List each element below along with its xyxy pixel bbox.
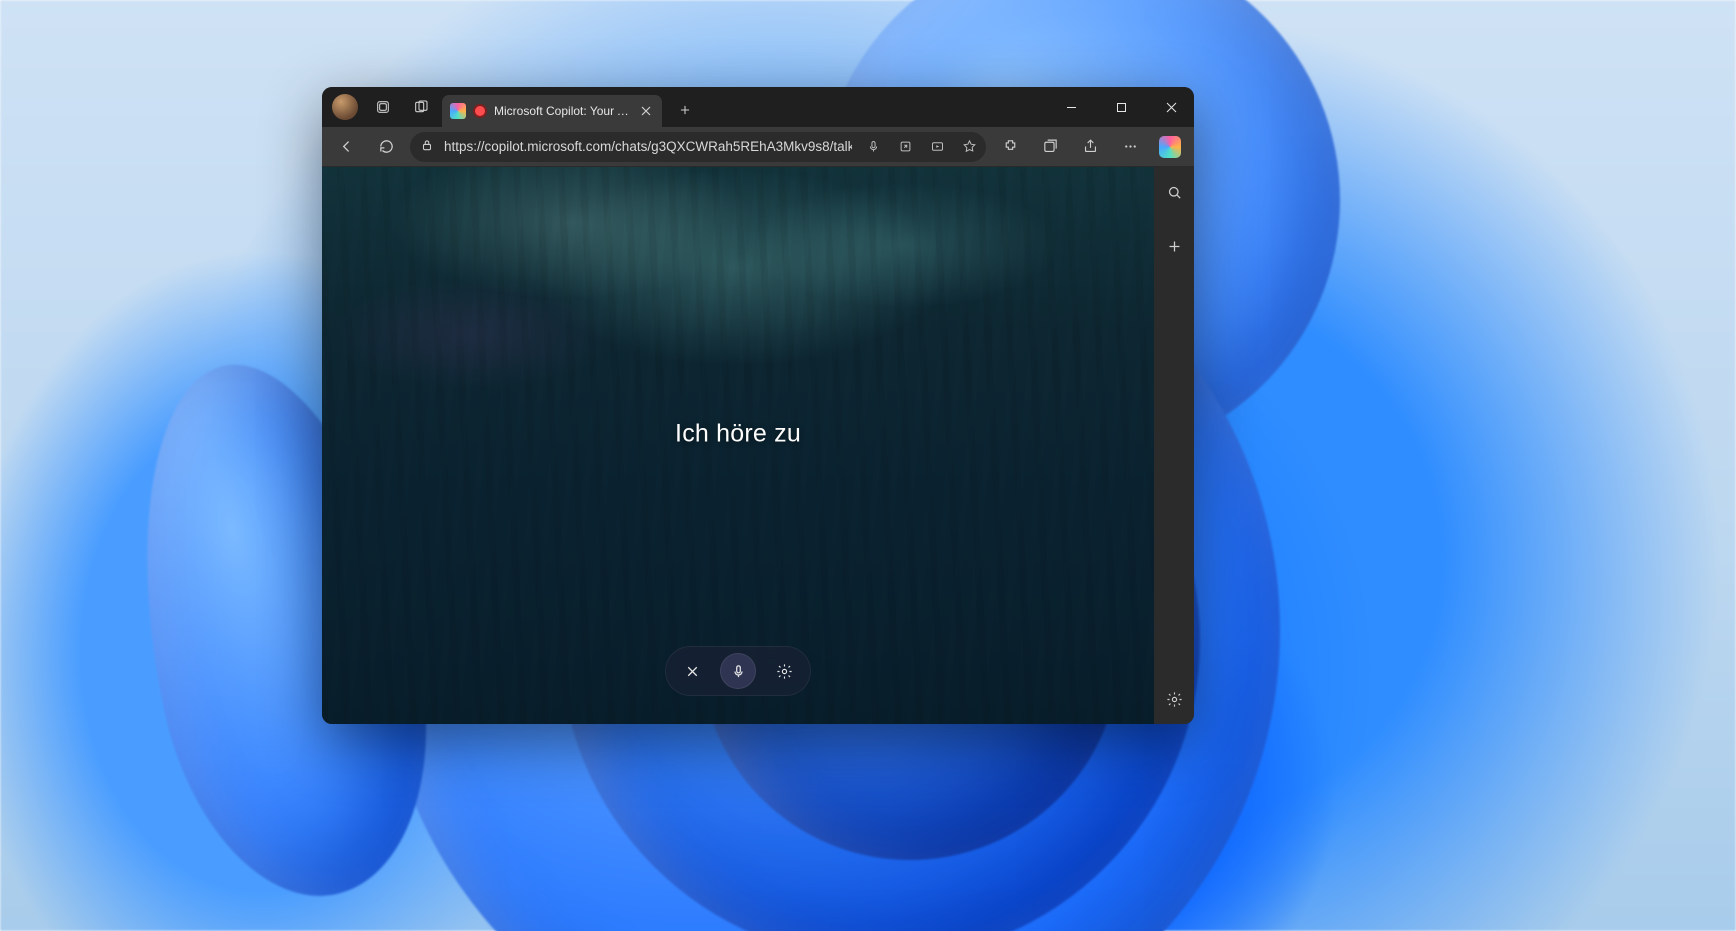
favorite-button[interactable] <box>958 136 980 158</box>
share-button[interactable] <box>1074 131 1106 163</box>
profile-avatar[interactable] <box>332 94 358 120</box>
minimize-icon <box>1066 102 1077 113</box>
tab-close-button[interactable] <box>638 103 654 119</box>
media-controls-icon <box>930 139 945 154</box>
more-menu-button[interactable] <box>1114 131 1146 163</box>
star-icon <box>962 139 977 154</box>
tab-strip: Microsoft Copilot: Your AI co <box>322 87 1194 127</box>
address-bar[interactable] <box>410 132 986 162</box>
window-close[interactable] <box>1148 87 1194 127</box>
browser-tab[interactable]: Microsoft Copilot: Your AI co <box>442 95 662 127</box>
share-icon <box>1082 138 1099 155</box>
tab-title: Microsoft Copilot: Your AI co <box>494 104 631 118</box>
page-viewport: Ich höre zu <box>322 167 1154 724</box>
maximize-icon <box>1116 102 1127 113</box>
new-tab-button[interactable] <box>670 95 700 125</box>
copilot-favicon <box>450 103 466 119</box>
collections-icon <box>1042 138 1059 155</box>
window-maximize[interactable] <box>1098 87 1144 127</box>
search-icon <box>1166 184 1183 201</box>
edge-sidebar <box>1154 167 1194 724</box>
workspaces-button[interactable] <box>366 90 400 124</box>
voice-control-bar <box>665 646 811 696</box>
voice-mic-button[interactable] <box>720 653 756 689</box>
url-input[interactable] <box>444 139 852 154</box>
close-icon <box>638 103 654 119</box>
nav-back-button[interactable] <box>330 131 362 163</box>
more-icon <box>1122 138 1139 155</box>
media-controls-button[interactable] <box>926 136 948 158</box>
voice-close-button[interactable] <box>674 653 710 689</box>
tab-actions-button[interactable] <box>404 90 438 124</box>
gear-icon <box>776 663 793 680</box>
close-icon <box>1166 102 1177 113</box>
close-icon <box>684 663 701 680</box>
open-external-button[interactable] <box>894 136 916 158</box>
extensions-icon <box>1002 138 1019 155</box>
sidebar-search-button[interactable] <box>1159 177 1189 207</box>
nav-reload-button[interactable] <box>370 131 402 163</box>
mic-icon <box>730 663 747 680</box>
lock-icon <box>420 138 434 152</box>
content-area: Ich höre zu <box>322 167 1194 724</box>
plus-icon <box>678 103 692 117</box>
browser-window: Microsoft Copilot: Your AI co <box>322 87 1194 724</box>
window-minimize[interactable] <box>1048 87 1094 127</box>
listening-status: Ich höre zu <box>322 420 1154 449</box>
copilot-logo <box>1159 136 1181 158</box>
site-info-button[interactable] <box>420 138 434 155</box>
plus-icon <box>1166 238 1183 255</box>
sidebar-add-button[interactable] <box>1159 231 1189 261</box>
tab-actions-icon <box>413 99 429 115</box>
reload-icon <box>378 138 395 155</box>
browser-toolbar <box>322 127 1194 167</box>
back-icon <box>338 138 355 155</box>
collections-button[interactable] <box>1034 131 1066 163</box>
recording-indicator <box>473 104 487 118</box>
workspaces-icon <box>375 99 391 115</box>
sidebar-settings-button[interactable] <box>1159 684 1189 714</box>
mic-icon <box>866 139 881 154</box>
open-external-icon <box>898 139 913 154</box>
copilot-sidebar-button[interactable] <box>1154 131 1186 163</box>
voice-search-button[interactable] <box>862 136 884 158</box>
extensions-button[interactable] <box>994 131 1026 163</box>
gear-icon <box>1166 691 1183 708</box>
voice-settings-button[interactable] <box>766 653 802 689</box>
